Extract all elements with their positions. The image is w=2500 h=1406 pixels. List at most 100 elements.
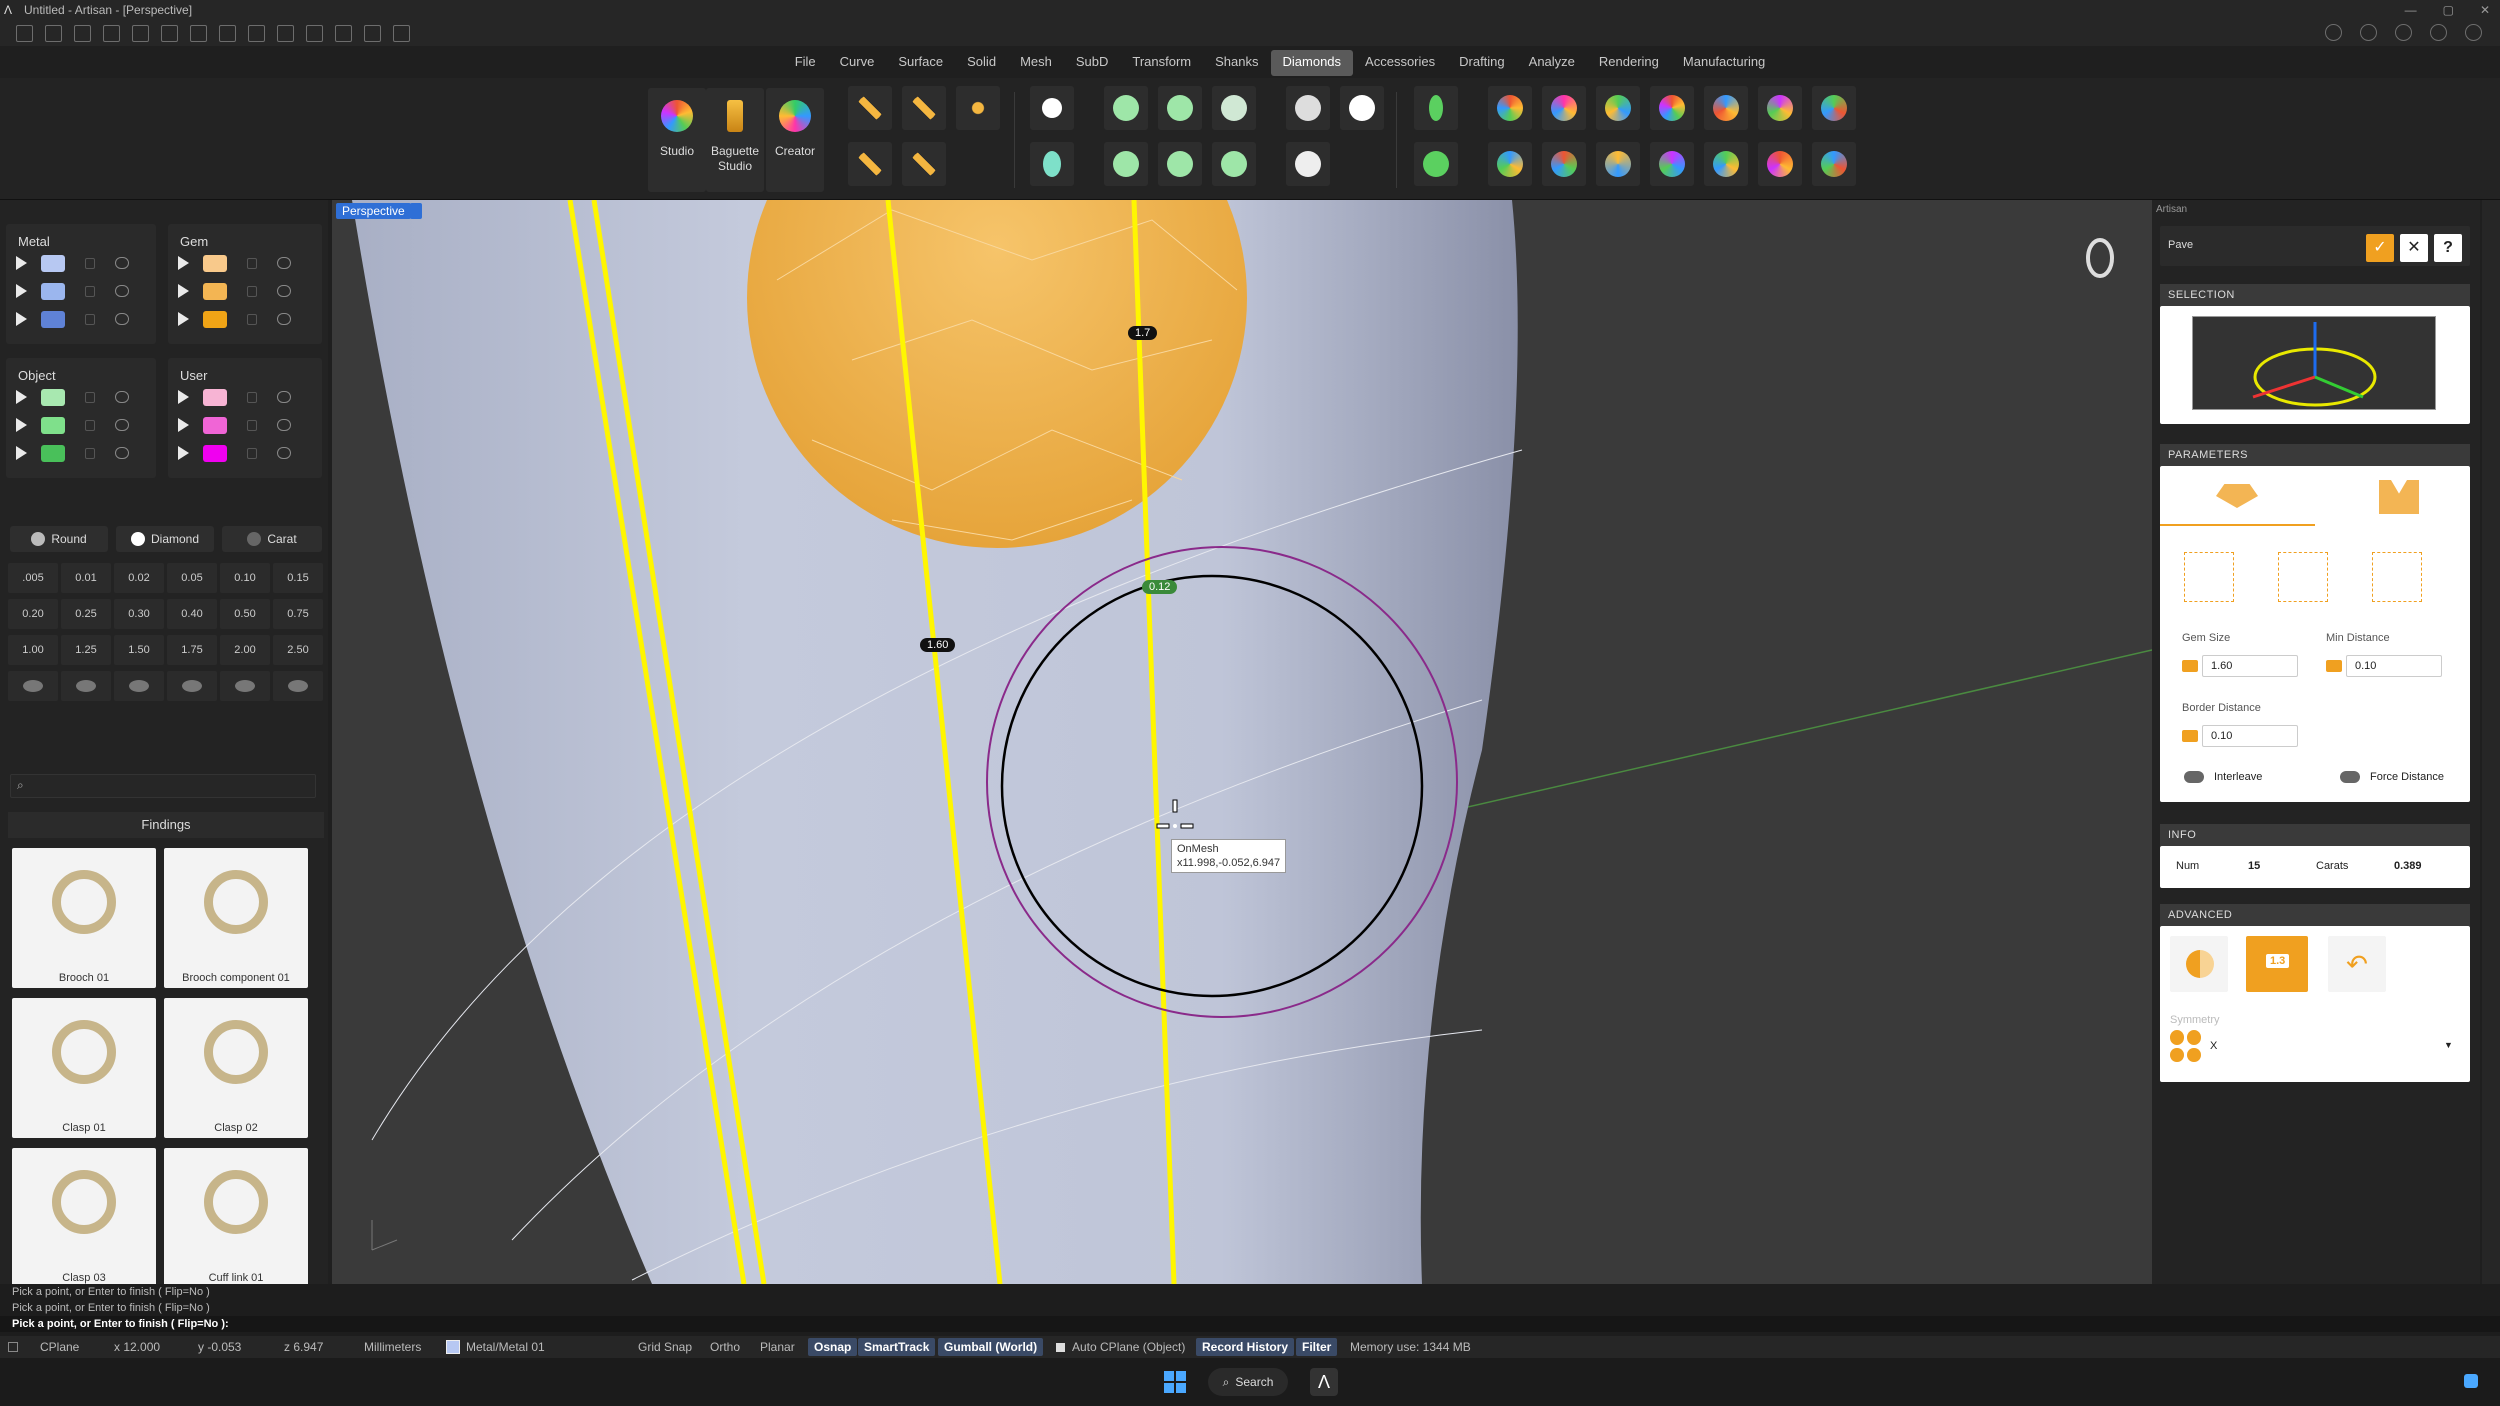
- maximize-icon[interactable]: ▢: [2443, 3, 2454, 17]
- gem-flip-button[interactable]: [1812, 86, 1856, 130]
- gem-profile-preset[interactable]: [114, 671, 164, 701]
- gem-layer-row[interactable]: [178, 250, 291, 276]
- cplane-label[interactable]: CPlane: [40, 1340, 79, 1354]
- user-icon[interactable]: [2465, 24, 2482, 41]
- eye-icon[interactable]: [277, 313, 291, 325]
- export-icon[interactable]: [248, 24, 265, 42]
- gem-profile-preset[interactable]: [273, 671, 323, 701]
- gem-size-preset[interactable]: 0.01: [61, 563, 111, 593]
- cup-button[interactable]: [1158, 86, 1202, 130]
- gem-size-preset[interactable]: 0.25: [61, 599, 111, 629]
- gem-orient-button[interactable]: [1542, 142, 1586, 186]
- lock-icon[interactable]: [247, 447, 257, 459]
- ring-view-icon[interactable]: [2086, 238, 2114, 278]
- expand-icon[interactable]: [16, 390, 27, 404]
- eye-icon[interactable]: [277, 447, 291, 459]
- record-history-toggle[interactable]: Record History: [1196, 1338, 1295, 1356]
- gem-size-preset[interactable]: 0.30: [114, 599, 164, 629]
- layer-color-swatch[interactable]: [203, 388, 227, 406]
- gem-size-preset[interactable]: 1.00: [8, 635, 58, 665]
- gem-size-preset[interactable]: .005: [8, 563, 58, 593]
- tab-transform[interactable]: Transform: [1120, 50, 1203, 76]
- eye-icon[interactable]: [115, 391, 129, 403]
- windows-start-icon[interactable]: [1164, 1371, 1186, 1393]
- metal-layer-row[interactable]: [16, 250, 129, 276]
- tab-manufacturing[interactable]: Manufacturing: [1671, 50, 1777, 76]
- grid-snap-toggle[interactable]: Grid Snap: [638, 1340, 692, 1354]
- gem-array-button[interactable]: [1758, 142, 1802, 186]
- copy-icon[interactable]: [306, 24, 323, 42]
- eye-icon[interactable]: [277, 257, 291, 269]
- placement-mode-1[interactable]: [2184, 552, 2234, 602]
- eye-icon[interactable]: [115, 257, 129, 269]
- eye-icon[interactable]: [277, 285, 291, 297]
- minimize-icon[interactable]: —: [2405, 3, 2417, 17]
- redo-icon[interactable]: [161, 24, 178, 42]
- eye-icon[interactable]: [115, 285, 129, 297]
- gem-size-preset[interactable]: 2.00: [220, 635, 270, 665]
- help-icon[interactable]: [2430, 24, 2447, 41]
- gem-fit-button[interactable]: [1758, 86, 1802, 130]
- metal-layer-row[interactable]: [16, 278, 129, 304]
- osnap-toggle[interactable]: Osnap: [808, 1338, 858, 1356]
- object-layer-row[interactable]: [16, 412, 129, 438]
- expand-icon[interactable]: [16, 256, 27, 270]
- lock-icon[interactable]: [247, 391, 257, 403]
- eye-icon[interactable]: [115, 419, 129, 431]
- finding-thumbnail[interactable]: Brooch 01: [12, 848, 156, 988]
- gem-layer-row[interactable]: [178, 278, 291, 304]
- interleave-toggle[interactable]: [2184, 771, 2204, 783]
- auto-cplane-label[interactable]: Auto CPlane (Object): [1072, 1340, 1185, 1354]
- gem-size-preset[interactable]: 1.75: [167, 635, 217, 665]
- min-distance-field[interactable]: 0.10: [2346, 655, 2442, 677]
- lock-icon[interactable]: [85, 447, 95, 459]
- gem-profile-preset[interactable]: [220, 671, 270, 701]
- expand-icon[interactable]: [16, 418, 27, 432]
- pave-tab[interactable]: [2160, 466, 2315, 526]
- gem-pair-button[interactable]: [902, 142, 946, 186]
- tab-shanks[interactable]: Shanks: [1203, 50, 1270, 76]
- force-distance-toggle[interactable]: [2340, 771, 2360, 783]
- gem-mirror-button[interactable]: [1704, 142, 1748, 186]
- cutter-button[interactable]: [1414, 142, 1458, 186]
- round-stone-button[interactable]: [1030, 86, 1074, 130]
- finding-thumbnail[interactable]: Clasp 02: [164, 998, 308, 1138]
- pave-grid-button[interactable]: [1286, 142, 1330, 186]
- object-layer-row[interactable]: [16, 440, 129, 466]
- gem-size-field[interactable]: 1.60: [2202, 655, 2298, 677]
- layer-color-swatch[interactable]: [41, 444, 65, 462]
- object-layer-row[interactable]: [16, 384, 129, 410]
- undo-icon[interactable]: [132, 24, 149, 42]
- gem-size-preset[interactable]: 0.05: [167, 563, 217, 593]
- scale-button[interactable]: 1.3: [2246, 936, 2308, 992]
- layer-color-swatch[interactable]: [41, 310, 65, 328]
- shape-dropdown[interactable]: Round: [10, 526, 108, 552]
- gem-color-button[interactable]: [1542, 86, 1586, 130]
- planar-toggle[interactable]: Planar: [760, 1340, 795, 1354]
- eye-icon[interactable]: [277, 419, 291, 431]
- finding-thumbnail[interactable]: Brooch component 01: [164, 848, 308, 988]
- border-distance-field[interactable]: 0.10: [2202, 725, 2298, 747]
- user-layer-row[interactable]: [178, 384, 291, 410]
- eye-icon[interactable]: [277, 391, 291, 403]
- gem-size-preset[interactable]: 1.50: [114, 635, 164, 665]
- help-button[interactable]: ?: [2434, 234, 2462, 262]
- close-icon[interactable]: ✕: [2480, 3, 2490, 17]
- lock-icon[interactable]: [247, 313, 257, 325]
- undo-icon[interactable]: ↶: [2328, 936, 2386, 992]
- pave-pattern-button[interactable]: [1286, 86, 1330, 130]
- gem-profile-preset[interactable]: [167, 671, 217, 701]
- selection-header[interactable]: SELECTION: [2160, 284, 2470, 306]
- gem-size-preset[interactable]: 1.25: [61, 635, 111, 665]
- cancel-button[interactable]: ✕: [2400, 234, 2428, 262]
- tab-file[interactable]: File: [783, 50, 828, 76]
- prong-tab[interactable]: [2315, 466, 2470, 526]
- gem-size-preset[interactable]: 0.20: [8, 599, 58, 629]
- lock-icon[interactable]: [85, 285, 95, 297]
- gem-line-tool-button[interactable]: [848, 86, 892, 130]
- bezel-button[interactable]: [1104, 86, 1148, 130]
- move-icon[interactable]: [364, 24, 381, 42]
- tab-mesh[interactable]: Mesh: [1008, 50, 1064, 76]
- gem-replace-button[interactable]: [1650, 142, 1694, 186]
- expand-icon[interactable]: [178, 256, 189, 270]
